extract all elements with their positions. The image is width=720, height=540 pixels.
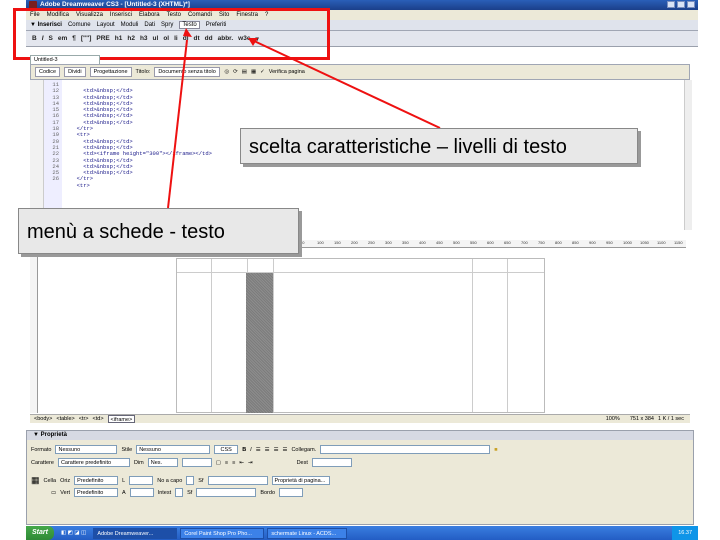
arrow-levels — [251, 39, 441, 129]
callout-levels: scelta caratteristiche – livelli di test… — [240, 128, 638, 164]
annotation-arrows — [167, 28, 441, 209]
arrowhead — [183, 28, 192, 37]
arrow-tabs — [167, 39, 188, 209]
callout-tabs-menu: menù a schede - testo — [18, 208, 299, 254]
